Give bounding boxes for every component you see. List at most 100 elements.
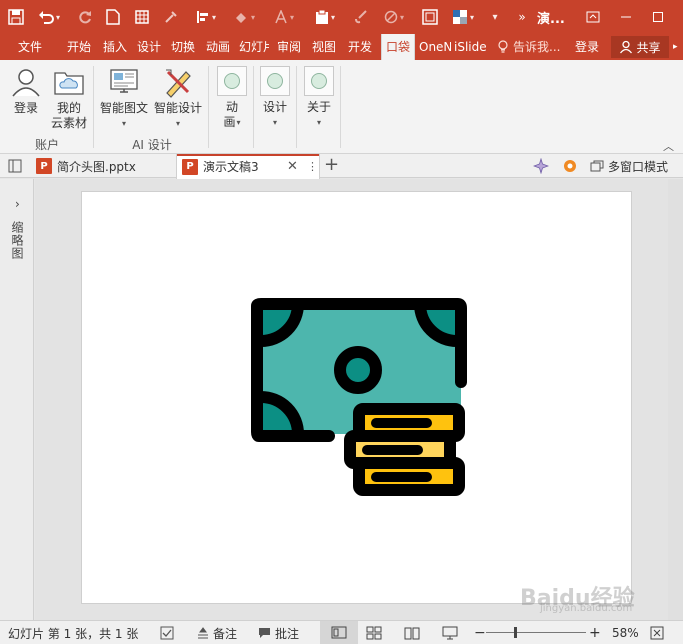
slide[interactable] xyxy=(81,191,632,604)
tab-slideshow[interactable]: 幻灯片 xyxy=(239,34,269,60)
tab-review[interactable]: 审阅 xyxy=(274,34,304,60)
save-icon[interactable] xyxy=(4,0,28,34)
theme-icon[interactable]: ▾ xyxy=(448,0,478,34)
clipboard-icon[interactable]: ▾ xyxy=(310,0,340,34)
windows-icon xyxy=(590,160,604,172)
zoom-slider[interactable] xyxy=(486,632,586,633)
tab-home[interactable]: 开始 xyxy=(64,34,94,60)
smart-graphic-icon xyxy=(110,69,138,93)
notes-button[interactable]: 备注 xyxy=(197,621,237,644)
design-icon xyxy=(260,66,290,96)
window-title: 演... xyxy=(537,12,565,27)
about-label: 关于 xyxy=(306,100,331,114)
about-button[interactable]: 关于 ▾ xyxy=(302,66,336,130)
ribbon-separator xyxy=(208,66,209,148)
user-icon xyxy=(12,69,40,97)
tab-islide[interactable]: iSlide xyxy=(454,34,486,60)
font-icon[interactable]: ▾ xyxy=(270,0,298,34)
eyedropper-icon[interactable] xyxy=(160,0,182,34)
tab-transitions[interactable]: 切换 xyxy=(168,34,198,60)
smart-graphic-button[interactable]: 智能图文 ▾ xyxy=(98,66,150,131)
fill-icon[interactable]: ▾ xyxy=(230,0,258,34)
magic-icon[interactable] xyxy=(532,157,550,177)
animation-dropdown-icon[interactable]: ▾ xyxy=(237,115,241,130)
ribbon-scroll-icon[interactable]: ▸ xyxy=(673,34,678,60)
comment-icon xyxy=(259,628,270,638)
comments-button[interactable]: 批注 xyxy=(258,621,299,644)
minimize-icon[interactable] xyxy=(612,0,640,34)
smart-design-dropdown-icon[interactable]: ▾ xyxy=(176,116,180,131)
fit-icon[interactable] xyxy=(418,0,442,34)
smart-design-icon xyxy=(166,69,191,98)
notes-label: 备注 xyxy=(213,626,238,641)
document-tabs: P 简介头图.pptx P 演示文稿3 ✕ ⋮ + 多窗口模式 xyxy=(0,154,683,179)
cloud-folder-icon xyxy=(54,72,84,95)
animation-button[interactable]: 动 画 ▾ xyxy=(214,66,250,130)
about-dropdown-icon[interactable]: ▾ xyxy=(317,115,321,130)
animation-label-2: 画 xyxy=(223,115,236,129)
slideshow-icon[interactable] xyxy=(442,621,458,644)
animation-label-1: 动 xyxy=(225,100,238,114)
ribbon-separator xyxy=(296,66,297,148)
smart-graphic-dropdown-icon[interactable]: ▾ xyxy=(122,116,126,131)
tab-menu-icon[interactable]: ⋮ xyxy=(307,160,318,173)
doc-tab-profile[interactable]: P 简介头图.pptx xyxy=(30,154,176,178)
collapse-ribbon-icon[interactable]: ︿ xyxy=(663,138,674,154)
tab-file[interactable]: 文件 xyxy=(6,34,54,60)
fit-slide-icon[interactable] xyxy=(650,621,664,644)
group-ai-label: AI 设计 xyxy=(132,138,172,152)
sign-in-link[interactable]: 登录 xyxy=(575,34,599,60)
slide-counter: 幻灯片 第 1 张，共 1 张 xyxy=(8,626,139,641)
erase-icon[interactable]: ▾ xyxy=(380,0,408,34)
share-label: 共享 xyxy=(636,40,661,55)
tab-developer[interactable]: 开发 xyxy=(344,34,376,60)
ribbon-tabs: 文件 开始 插入 设计 切换 动画 幻灯片 审阅 视图 开发 口袋 OneN i… xyxy=(0,34,683,60)
tab-design[interactable]: 设计 xyxy=(134,34,164,60)
reading-view-icon[interactable] xyxy=(404,621,420,644)
zoom-slider-thumb[interactable] xyxy=(514,627,517,638)
tab-sidebar-toggle-icon[interactable] xyxy=(8,159,22,176)
undo-icon[interactable]: ▾ xyxy=(34,0,64,34)
comments-label: 批注 xyxy=(275,626,300,641)
group-account-label: 账户 xyxy=(34,138,59,152)
money-coins-icon[interactable] xyxy=(82,192,633,605)
brush-icon[interactable] xyxy=(350,0,372,34)
new-icon[interactable] xyxy=(102,0,124,34)
tab-animations[interactable]: 动画 xyxy=(203,34,233,60)
design-dropdown-icon[interactable]: ▾ xyxy=(273,115,277,130)
more-icon[interactable]: » xyxy=(512,0,532,34)
multi-window-button[interactable]: 多窗口模式 xyxy=(590,154,668,178)
notes-icon xyxy=(198,627,208,639)
maximize-icon[interactable] xyxy=(644,0,672,34)
slide-sorter-icon[interactable] xyxy=(366,621,382,644)
vertical-scrollbar[interactable] xyxy=(668,179,683,620)
redo-icon[interactable] xyxy=(74,0,96,34)
smart-graphic-label: 智能图文 xyxy=(99,101,148,115)
tab-insert[interactable]: 插入 xyxy=(100,34,130,60)
tab-pocket[interactable]: 口袋 xyxy=(381,34,415,60)
zoom-out-icon[interactable]: − xyxy=(474,621,486,644)
smart-design-button[interactable]: 智能设计 ▾ xyxy=(152,66,204,131)
new-tab-icon[interactable]: + xyxy=(324,154,339,178)
doc-tab-presentation3[interactable]: P 演示文稿3 ✕ ⋮ xyxy=(176,154,320,179)
align-icon[interactable]: ▾ xyxy=(192,0,220,34)
gear-icon[interactable] xyxy=(562,158,578,177)
spellcheck-icon[interactable] xyxy=(160,621,174,644)
share-button[interactable]: 共享 xyxy=(611,36,669,58)
ribbon-display-icon[interactable] xyxy=(579,0,607,34)
zoom-percent[interactable]: 58% xyxy=(612,621,639,644)
customize-toolbar-icon[interactable]: ▾ xyxy=(484,0,504,34)
design-button[interactable]: 设计 ▾ xyxy=(258,66,292,130)
zoom-in-icon[interactable]: + xyxy=(589,621,601,644)
tab-view[interactable]: 视图 xyxy=(309,34,339,60)
grid-icon[interactable] xyxy=(130,0,154,34)
close-tab-icon[interactable]: ✕ xyxy=(287,159,298,174)
expand-thumbnails-icon[interactable]: › xyxy=(15,197,20,211)
pocket-login-button[interactable]: 登录 xyxy=(9,66,43,116)
ribbon-separator xyxy=(340,66,341,148)
cloud-material-button[interactable]: 我的 云素材 xyxy=(48,66,90,131)
tab-onenote[interactable]: OneN xyxy=(419,34,451,60)
normal-view-icon[interactable] xyxy=(320,621,358,644)
status-bar: 幻灯片 第 1 张，共 1 张 备注 批注 − + 58% xyxy=(0,620,683,644)
tell-me-search[interactable]: 告诉我... xyxy=(497,34,560,60)
